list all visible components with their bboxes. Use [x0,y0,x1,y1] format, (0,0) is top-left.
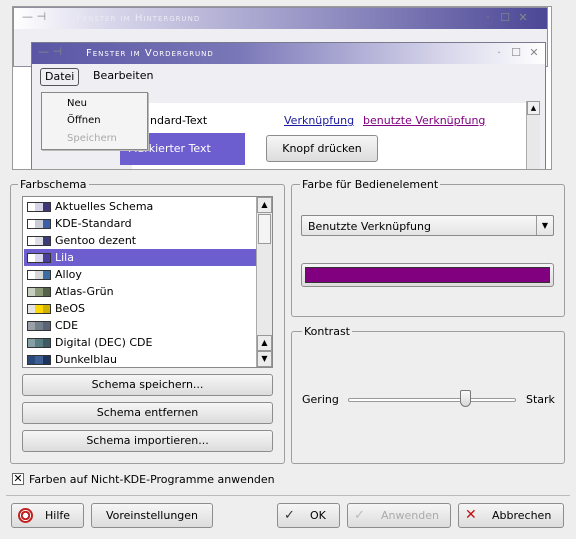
scheme-list-item-label: Alloy [55,268,82,281]
menu-item-neu[interactable]: Neu [67,96,87,112]
menu-datei[interactable]: Datei [40,68,80,86]
ok-button[interactable]: ✓ OK [277,503,340,528]
cancel-label: Abbrechen [492,509,552,522]
scroll-up-icon[interactable]: ▲ [257,335,272,351]
separator [6,495,570,496]
maximize-icon: ☐ [500,11,510,24]
widget-combo-value: Benutzte Verknüpfung [308,220,431,233]
scheme-swatch-icon [27,252,51,263]
scheme-swatch-icon [27,354,51,365]
menu-item-oeffnen[interactable]: Öffnen [67,113,101,129]
apply-button[interactable]: ✓ Anwenden [347,503,451,528]
checkmark-icon: ✓ [284,508,295,523]
scheme-list-item[interactable]: Atlas-Grün [24,283,256,300]
preview-content: Standard-Text Verknüpfung benutzte Verkn… [120,103,537,169]
scheme-swatch-icon [27,303,51,314]
scheme-swatch-icon [27,269,51,280]
widget-combo[interactable]: Benutzte Verknüpfung ▼ [301,215,554,236]
cancel-x-icon: ✕ [465,507,477,523]
scroll-thumb[interactable] [258,214,271,244]
check-mark-icon: ✕ [13,472,23,485]
contrast-high-label: Stark [526,393,555,406]
checkmark-icon: ✓ [354,508,365,523]
scroll-down-icon[interactable]: ▼ [257,351,272,367]
scheme-list-item[interactable]: KDE-Standard [24,215,256,232]
scheme-list-item-label: KDE-Standard [55,217,132,230]
scheme-swatch-icon [27,286,51,297]
minimize-pin-icon: — ⊣ [38,45,63,58]
color-swatch [305,267,550,283]
close-icon: ✕ [518,11,528,24]
scroll-up-icon[interactable]: ▲ [257,197,272,213]
remove-scheme-button[interactable]: Schema entfernen [22,402,273,424]
scheme-list-item-label: Gentoo dezent [55,234,137,247]
chevron-down-icon[interactable]: ▼ [536,216,553,235]
lifebuoy-icon [18,508,33,523]
apply-non-kde-label[interactable]: Farben auf Nicht-KDE-Programme anwenden [29,473,275,486]
scheme-list-item[interactable]: Digital (DEC) CDE [24,334,256,351]
widget-color-legend: Farbe für Bedienelement [300,178,441,191]
scheme-list-item-label: BeOS [55,302,85,315]
help-dot-icon: · [497,46,501,59]
scheme-list-item-label: Digital (DEC) CDE [55,336,153,349]
maximize-icon: ☐ [511,46,521,59]
scheme-swatch-icon [27,320,51,331]
scheme-list-item[interactable]: Lila [24,249,256,266]
help-dot-icon: · [486,11,490,24]
scheme-list[interactable]: Aktuelles Schema KDE-Standard Gentoo dezen… [22,196,273,368]
background-window-title: Fenster im Hintergrund [76,13,201,24]
preview-scrollbar[interactable]: ▲ [526,101,540,169]
menu-item-speichern[interactable]: Speichern [67,131,117,147]
scheme-list-item[interactable]: BeOS [24,300,256,317]
contrast-slider-handle[interactable] [459,390,471,407]
color-picker-button[interactable] [301,263,554,287]
foreground-window-titlebar: — ⊣ Fenster im Vordergrund · ☐ ✕ [32,43,545,64]
foreground-window-title: Fenster im Vordergrund [86,48,214,59]
scheme-preview: — ⊣ Fenster im Hintergrund · ☐ ✕ — ⊣ Fen… [12,6,552,170]
preview-push-button[interactable]: Knopf drücken [266,135,378,162]
scheme-list-scrollbar[interactable]: ▲ ▲ ▼ [256,197,272,367]
menu-bearbeiten[interactable]: Bearbeiten [89,68,157,86]
scroll-up-icon[interactable]: ▲ [527,101,540,115]
minimize-pin-icon: — ⊣ [22,10,47,23]
scheme-list-item-label: Atlas-Grün [55,285,114,298]
scheme-list-item-label: Dunkelblau [55,353,117,366]
preview-menubar: Datei Bearbeiten [32,65,545,87]
save-scheme-button[interactable]: Schema speichern... [22,374,273,396]
ok-label: OK [310,509,326,522]
scheme-list-item[interactable]: Gentoo dezent [24,232,256,249]
help-label: Hilfe [45,509,71,522]
contrast-slider-track[interactable] [348,398,516,402]
visited-link-text[interactable]: benutzte Verknüpfung [363,114,485,127]
help-button[interactable]: Hilfe [11,503,84,528]
datei-popup-menu: Neu Öffnen Speichern [41,92,148,150]
cancel-button[interactable]: ✕ Abbrechen [458,503,564,528]
scheme-list-item-label: CDE [55,319,79,332]
scheme-swatch-icon [27,218,51,229]
defaults-button[interactable]: Voreinstellungen [91,503,213,528]
import-scheme-button[interactable]: Schema importieren... [22,430,273,452]
scheme-swatch-icon [27,235,51,246]
widget-color-group [291,184,565,317]
scheme-list-item[interactable]: Dunkelblau [24,351,256,367]
scheme-list-item[interactable]: Alloy [24,266,256,283]
apply-label: Anwenden [381,509,439,522]
background-window-titlebar: — ⊣ Fenster im Hintergrund · ☐ ✕ [14,8,547,29]
scheme-list-item[interactable]: CDE [24,317,256,334]
farbschema-legend: Farbschema [18,178,89,191]
link-text[interactable]: Verknüpfung [284,114,354,127]
contrast-low-label: Gering [302,393,339,406]
scheme-swatch-icon [27,337,51,348]
scheme-swatch-icon [27,201,51,212]
contrast-legend: Kontrast [302,325,352,338]
scheme-list-item[interactable]: Aktuelles Schema [24,198,256,215]
scheme-list-item-label: Aktuelles Schema [55,200,154,213]
close-icon: ✕ [529,46,539,59]
apply-non-kde-checkbox[interactable]: ✕ [12,473,24,485]
scheme-list-item-label: Lila [55,251,74,264]
